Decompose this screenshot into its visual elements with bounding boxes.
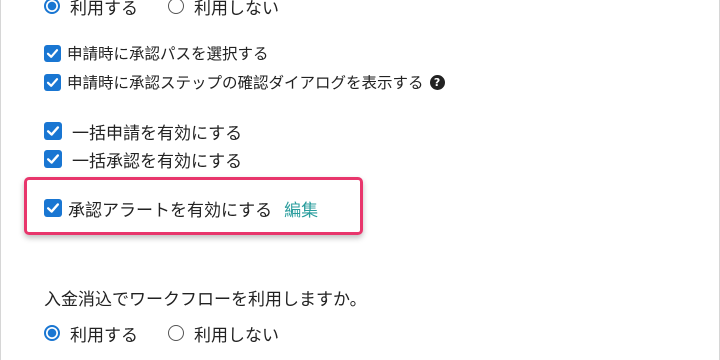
radio-not-use[interactable]: 利用しない [168,0,279,19]
deposit-question-text: 入金消込でワークフローを利用しますか。 [44,289,367,310]
radio-not-use-label: 利用しない [194,0,279,19]
checkbox-checked-icon[interactable] [44,199,62,217]
deposit-radio-not-use[interactable]: 利用しない [168,321,279,346]
checkbox-bulk-apply-label: 一括申請を有効にする [72,123,243,144]
checkbox-approval-alert[interactable]: 承認アラートを有効にする 編集 [44,196,318,221]
question-circle-icon[interactable]: ? [429,74,445,90]
checkbox-checked-icon[interactable] [44,150,62,168]
radio-unchecked-icon[interactable] [168,0,184,14]
radio-checked-icon[interactable] [44,325,60,341]
workflow-radio-group: 利用する 利用しない [44,0,309,19]
checkbox-select-approval-path[interactable]: 申請時に承認パスを選択する [44,42,269,64]
deposit-question: 入金消込でワークフローを利用しますか。 [44,285,367,310]
deposit-radio-group: 利用する 利用しない [44,321,309,346]
deposit-radio-use[interactable]: 利用する [44,321,138,346]
checkbox-show-step-dialog[interactable]: 申請時に承認ステップの確認ダイアログを表示する ? [44,71,445,93]
radio-unchecked-icon[interactable] [168,325,184,341]
radio-use-label: 利用する [70,0,138,19]
checkbox-checked-icon[interactable] [44,122,62,140]
checkbox-bulk-approve-label: 一括承認を有効にする [72,151,243,172]
checkbox-show-step-dialog-label: 申請時に承認ステップの確認ダイアログを表示する [67,74,424,92]
checkbox-checked-icon[interactable] [44,44,61,62]
checkbox-bulk-apply[interactable]: 一括申請を有効にする [44,119,243,144]
checkbox-approval-alert-label: 承認アラートを有効にする [68,200,273,221]
radio-checked-icon[interactable] [44,0,60,14]
checkbox-checked-icon[interactable] [44,73,61,91]
deposit-radio-not-use-label: 利用しない [194,325,279,346]
edit-link[interactable]: 編集 [284,196,318,221]
deposit-radio-use-label: 利用する [70,325,138,346]
checkbox-select-approval-path-label: 申請時に承認パスを選択する [67,45,269,63]
checkbox-bulk-approve[interactable]: 一括承認を有効にする [44,147,243,172]
radio-use[interactable]: 利用する [44,0,138,19]
